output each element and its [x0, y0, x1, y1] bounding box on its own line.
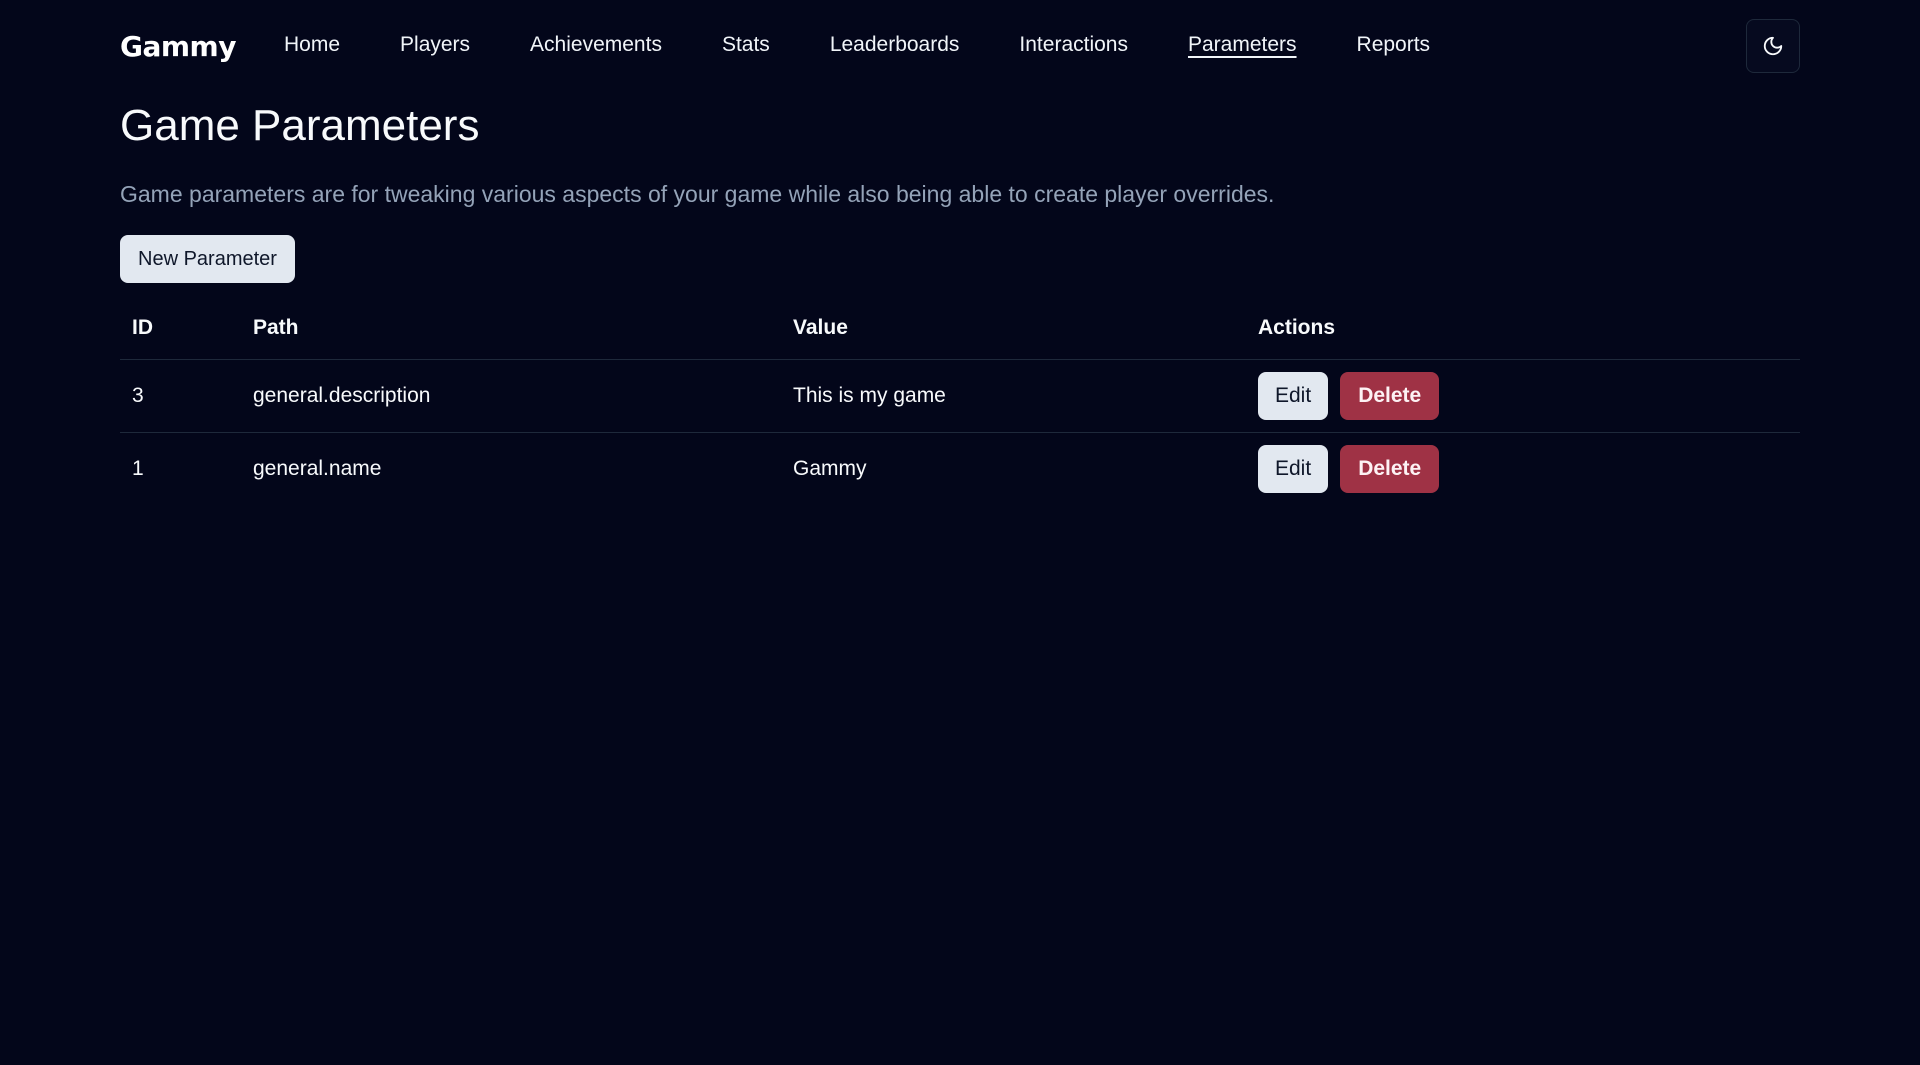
edit-button[interactable]: Edit	[1258, 371, 1329, 420]
nav-item-home[interactable]: Home	[284, 33, 340, 59]
cell-actions: Edit Delete	[1246, 359, 1800, 433]
main-content: Game Parameters Game parameters are for …	[120, 96, 1800, 505]
header-actions: Actions	[1246, 297, 1800, 360]
nav-item-reports[interactable]: Reports	[1357, 33, 1431, 59]
header-value: Value	[781, 297, 1246, 360]
cell-value: This is my game	[781, 359, 1246, 433]
new-parameter-button[interactable]: New Parameter	[120, 235, 295, 283]
nav-links: Home Players Achievements Stats Leaderbo…	[284, 33, 1490, 59]
table-row: 3 general.description This is my game Ed…	[120, 359, 1800, 433]
delete-button[interactable]: Delete	[1340, 444, 1440, 493]
header-path: Path	[241, 297, 781, 360]
cell-path: general.description	[241, 359, 781, 433]
page-description: Game parameters are for tweaking various…	[120, 181, 1275, 207]
header-id: ID	[120, 297, 241, 360]
cell-actions: Edit Delete	[1246, 432, 1800, 505]
nav-item-players[interactable]: Players	[400, 33, 470, 59]
brand-logo[interactable]: Gammy	[120, 30, 236, 63]
moon-icon	[1763, 36, 1783, 56]
nav-item-parameters[interactable]: Parameters	[1188, 33, 1297, 59]
nav-item-leaderboards[interactable]: Leaderboards	[830, 33, 960, 59]
nav-item-stats[interactable]: Stats	[722, 33, 770, 59]
theme-toggle-button[interactable]	[1746, 19, 1800, 73]
row-actions: Edit Delete	[1258, 371, 1788, 420]
table-header-row: ID Path Value Actions	[120, 297, 1800, 360]
row-actions: Edit Delete	[1258, 444, 1788, 493]
edit-button[interactable]: Edit	[1258, 444, 1329, 493]
cell-id: 3	[120, 359, 241, 433]
cell-path: general.name	[253, 456, 382, 480]
cell-id: 1	[132, 456, 144, 480]
page-title: Game Parameters	[120, 101, 480, 150]
cell-value: Gammy	[793, 456, 867, 480]
parameters-table: ID Path Value Actions 3 general.descript…	[120, 297, 1800, 505]
delete-button[interactable]: Delete	[1340, 371, 1440, 420]
nav-item-achievements[interactable]: Achievements	[530, 33, 662, 59]
nav-item-interactions[interactable]: Interactions	[1019, 33, 1128, 59]
table-row: 1 general.name Gammy Edit Delete	[120, 432, 1800, 505]
top-navbar: Gammy Home Players Achievements Stats Le…	[120, 18, 1800, 74]
